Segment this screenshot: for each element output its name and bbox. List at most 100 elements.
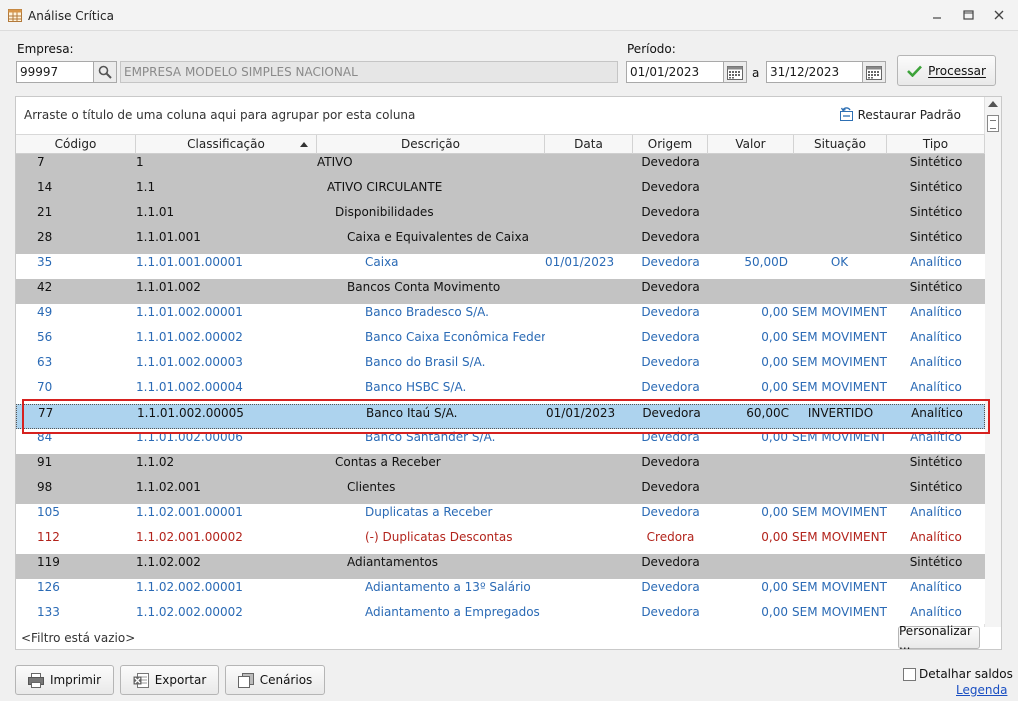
cell-situacao xyxy=(792,179,887,204)
cell-valor xyxy=(708,279,788,304)
cell-data: 01/01/2023 xyxy=(546,406,616,420)
maximize-icon xyxy=(962,10,974,20)
cell-data xyxy=(545,504,633,529)
customize-button[interactable]: Personalizar ... xyxy=(898,624,980,652)
detail-balances-checkbox[interactable] xyxy=(903,668,916,681)
date-start-input[interactable]: 01/01/2023 xyxy=(626,61,724,83)
cell-tipo: Analítico xyxy=(910,355,962,369)
cell-descricao: Bancos Conta Movimento xyxy=(347,280,501,294)
cell-situacao: SEM MOVIMENTO xyxy=(792,330,887,344)
minimize-button[interactable] xyxy=(924,6,950,26)
cell-descricao: Clientes xyxy=(347,480,396,494)
column-header-situacao[interactable]: Situação xyxy=(794,135,887,154)
group-by-hint: Arraste o título de uma coluna aqui para… xyxy=(24,108,416,122)
table-row[interactable]: 35 1.1.01.001.00001 Caixa 01/01/2023 Devedor… xyxy=(16,254,985,279)
vertical-scrollbar[interactable] xyxy=(984,97,1001,627)
group-by-panel[interactable]: Arraste o título de uma coluna aqui para… xyxy=(16,97,1001,133)
restore-default-button[interactable]: Restaurar Padrão xyxy=(839,107,961,122)
cell-codigo: 63 xyxy=(37,355,53,369)
scenarios-button[interactable]: Cenários xyxy=(225,665,325,695)
cell-situacao: SEM MOVIMENTO xyxy=(792,355,887,369)
column-header-origem[interactable]: Origem xyxy=(633,135,708,154)
cell-descricao: Caixa xyxy=(365,255,399,269)
process-button[interactable]: Processar xyxy=(897,55,996,86)
cell-descricao: Adiantamento a 13º Salário xyxy=(365,580,531,594)
cell-situacao: SEM MOVIMENTO xyxy=(792,305,887,319)
cell-origem: Devedora xyxy=(641,455,700,469)
cell-situacao xyxy=(792,154,887,179)
cell-classificacao: 1.1.01.002.00004 xyxy=(136,380,243,394)
cell-descricao: Adiantamentos xyxy=(347,555,438,569)
cell-valor: 0,00 xyxy=(761,430,788,444)
cell-origem: Devedora xyxy=(641,580,700,594)
cell-tipo: Sintético xyxy=(909,230,963,244)
cell-valor xyxy=(708,454,788,479)
column-header-tipo[interactable]: Tipo xyxy=(887,135,985,154)
cell-classificacao: 1.1.01.002.00001 xyxy=(136,305,243,319)
table-row[interactable]: 42 1.1.01.002 Bancos Conta Movimento Devedo… xyxy=(16,279,985,304)
cell-descricao: Banco Itaú S/A. xyxy=(366,406,458,420)
restore-default-label: Restaurar Padrão xyxy=(857,107,961,122)
cell-codigo: 28 xyxy=(37,230,53,244)
cell-origem: Devedora xyxy=(641,330,700,344)
column-header-valor[interactable]: Valor xyxy=(708,135,794,154)
table-row[interactable]: 14 1.1 ATIVO CIRCULANTE Devedora Sintético xyxy=(16,179,985,204)
cell-descricao: Banco Caixa Econômica Federal S/A xyxy=(365,330,545,344)
cell-valor: 50,00D xyxy=(744,255,788,269)
column-header-codigo[interactable]: Código xyxy=(16,135,136,154)
cell-origem: Devedora xyxy=(641,155,700,169)
cell-situacao: SEM MOVIMENTO xyxy=(792,380,887,394)
table-row[interactable]: 77 1.1.01.002.00005 Banco Itaú S/A. 01/01/2… xyxy=(16,404,985,429)
cell-valor xyxy=(708,229,788,254)
cell-tipo: Analítico xyxy=(910,305,962,319)
table-row[interactable]: 49 1.1.01.002.00001 Banco Bradesco S/A. Dev… xyxy=(16,304,985,329)
cell-tipo: Analítico xyxy=(910,605,962,619)
cell-descricao: Caixa e Equivalentes de Caixa xyxy=(347,230,529,244)
table-row[interactable]: 91 1.1.02 Contas a Receber Devedora Sintétic… xyxy=(16,454,985,479)
close-button[interactable] xyxy=(986,6,1012,26)
legend-link[interactable]: Legenda xyxy=(956,683,1007,697)
cell-situacao: SEM MOVIMENTO xyxy=(792,505,887,519)
table-row[interactable]: 7 1 ATIVO Devedora Sintético xyxy=(16,154,985,179)
table-row[interactable]: 28 1.1.01.001 Caixa e Equivalentes de Caix… xyxy=(16,229,985,254)
scenarios-button-label: Cenários xyxy=(259,673,313,687)
maximize-button[interactable] xyxy=(955,6,981,26)
cell-codigo: 133 xyxy=(37,605,60,619)
cell-valor: 0,00 xyxy=(761,530,788,544)
date-start-picker[interactable] xyxy=(723,61,747,83)
table-row[interactable]: 84 1.1.01.002.00006 Banco Santander S/A. De… xyxy=(16,429,985,454)
table-row[interactable]: 21 1.1.01 Disponibilidades Devedora Sintétic… xyxy=(16,204,985,229)
cell-tipo: Analítico xyxy=(910,255,962,269)
cell-descricao: Banco HSBC S/A. xyxy=(365,380,467,394)
table-row[interactable]: 126 1.1.02.002.00001 Adiantamento a 13º Sa… xyxy=(16,579,985,604)
table-row[interactable]: 105 1.1.02.001.00001 Duplicatas a Receber D… xyxy=(16,504,985,529)
cell-valor: 0,00 xyxy=(761,580,788,594)
table-row[interactable]: 98 1.1.02.001 Clientes Devedora Sintético xyxy=(16,479,985,504)
table-row[interactable]: 56 1.1.01.002.00002 Banco Caixa Econômica … xyxy=(16,329,985,354)
cell-tipo: Analítico xyxy=(911,406,963,420)
date-end-picker[interactable] xyxy=(862,61,886,83)
cell-tipo: Analítico xyxy=(910,330,962,344)
empresa-code-input[interactable]: 99997 xyxy=(16,61,94,83)
cell-classificacao: 1.1.01.001 xyxy=(136,230,201,244)
scroll-up-icon[interactable] xyxy=(988,101,998,107)
column-header-classificacao[interactable]: Classificação xyxy=(136,135,317,154)
checkmark-icon xyxy=(907,65,923,77)
scroll-thumb[interactable] xyxy=(987,115,999,132)
cell-descricao: Adiantamento a Empregados xyxy=(365,605,540,619)
table-row[interactable]: 63 1.1.01.002.00003 Banco do Brasil S/A. De… xyxy=(16,354,985,379)
cell-descricao: Banco Santander S/A. xyxy=(365,430,496,444)
export-button[interactable]: Exportar xyxy=(120,665,219,695)
column-header-descricao[interactable]: Descrição xyxy=(317,135,545,154)
window-title: Análise Crítica xyxy=(28,9,114,23)
column-header-data[interactable]: Data xyxy=(545,135,633,154)
cell-data xyxy=(545,154,633,179)
table-row[interactable]: 119 1.1.02.002 Adiantamentos Devedora Sintét… xyxy=(16,554,985,579)
empresa-search-button[interactable] xyxy=(93,61,117,83)
date-end-input[interactable]: 31/12/2023 xyxy=(766,61,863,83)
table-row[interactable]: 112 1.1.02.001.00002 (-) Duplicatas Descon… xyxy=(16,529,985,554)
table-row[interactable]: 133 1.1.02.002.00002 Adiantamento a Empreg… xyxy=(16,604,985,624)
cell-situacao: SEM MOVIMENTO xyxy=(792,530,887,544)
print-button[interactable]: Imprimir xyxy=(15,665,114,695)
table-row[interactable]: 70 1.1.01.002.00004 Banco HSBC S/A. Devedor… xyxy=(16,379,985,404)
